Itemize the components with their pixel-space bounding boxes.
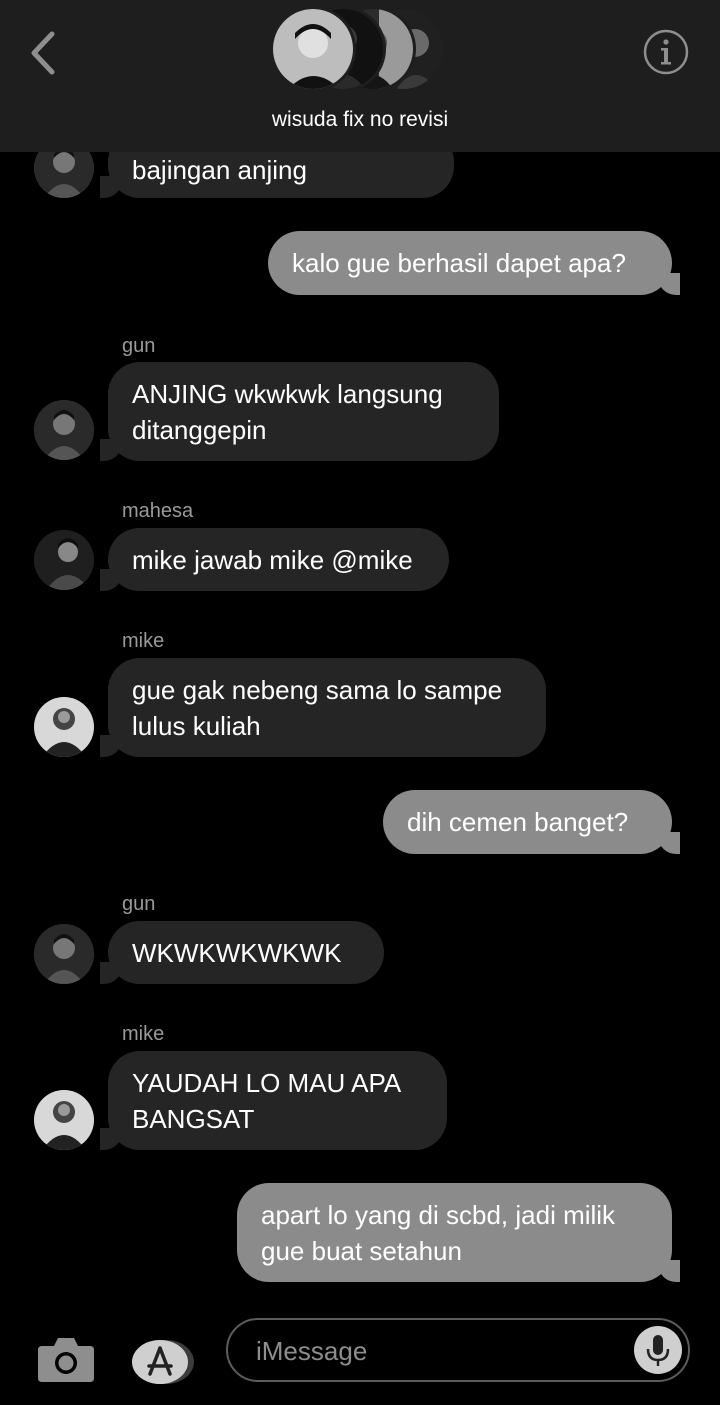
sender-name: mike (122, 630, 165, 652)
info-icon (643, 29, 689, 75)
microphone-button[interactable] (634, 1326, 682, 1374)
message-bubble-incoming[interactable]: gue gak nebeng sama lo sampe lulus kulia… (100, 658, 546, 757)
app-store-button[interactable] (128, 1334, 198, 1390)
avatar[interactable] (34, 697, 94, 757)
message-bubble-outgoing[interactable]: dih cemen banget? (383, 790, 680, 854)
message-text: dih cemen banget? (407, 807, 629, 837)
avatar[interactable] (34, 1090, 94, 1150)
avatar[interactable] (34, 924, 94, 984)
message-composer: iMessage (0, 1310, 720, 1405)
message-text: bajingan anjing (132, 155, 307, 185)
message-text: YAUDAH LO MAU APA BANGSAT (132, 1068, 400, 1134)
message-bubble-incoming[interactable]: WKWKWKWKWK (100, 921, 384, 984)
avatar[interactable] (34, 530, 94, 590)
message-bubble-outgoing[interactable]: apart lo yang di scbd, jadi milik gue bu… (237, 1183, 680, 1282)
message-text: mike jawab mike @mike (132, 545, 413, 575)
camera-icon (38, 1338, 94, 1382)
message-bubble-incoming[interactable]: mike jawab mike @mike (100, 528, 449, 591)
imessage-input[interactable]: iMessage (226, 1318, 690, 1382)
message-text: kalo gue berhasil dapet apa? (292, 248, 626, 278)
chevron-left-icon (31, 31, 55, 75)
message-bubble-incoming[interactable]: YAUDAH LO MAU APA BANGSAT (100, 1051, 447, 1150)
microphone-icon (646, 1335, 670, 1366)
message-text: WKWKWKWKWK (132, 938, 342, 968)
message-bubble-outgoing[interactable]: kalo gue berhasil dapet apa? (268, 231, 680, 295)
back-button[interactable] (22, 28, 66, 78)
conversation-header: wisuda fix no revisi (0, 0, 720, 152)
message-text: ANJING wkwkwk langsung ditanggepin (132, 379, 443, 445)
group-avatar-stack[interactable] (270, 6, 450, 96)
avatar (270, 6, 356, 92)
message-bubble-incoming[interactable]: ANJING wkwkwk langsung ditanggepin (100, 362, 499, 461)
info-button[interactable] (642, 28, 690, 76)
message-list[interactable]: bajingan anjing kalo gue berhasil dapet … (0, 0, 720, 1310)
conversation-title[interactable]: wisuda fix no revisi (0, 108, 720, 132)
sender-name: mahesa (122, 500, 194, 522)
message-text: gue gak nebeng sama lo sampe lulus kulia… (132, 675, 503, 741)
camera-button[interactable] (36, 1332, 96, 1388)
app-store-icon (132, 1340, 194, 1384)
message-text: apart lo yang di scbd, jadi milik gue bu… (261, 1200, 616, 1266)
input-placeholder: iMessage (256, 1336, 368, 1366)
avatar[interactable] (34, 400, 94, 460)
sender-name: gun (122, 893, 156, 915)
sender-name: mike (122, 1023, 165, 1045)
sender-name: gun (122, 335, 156, 357)
